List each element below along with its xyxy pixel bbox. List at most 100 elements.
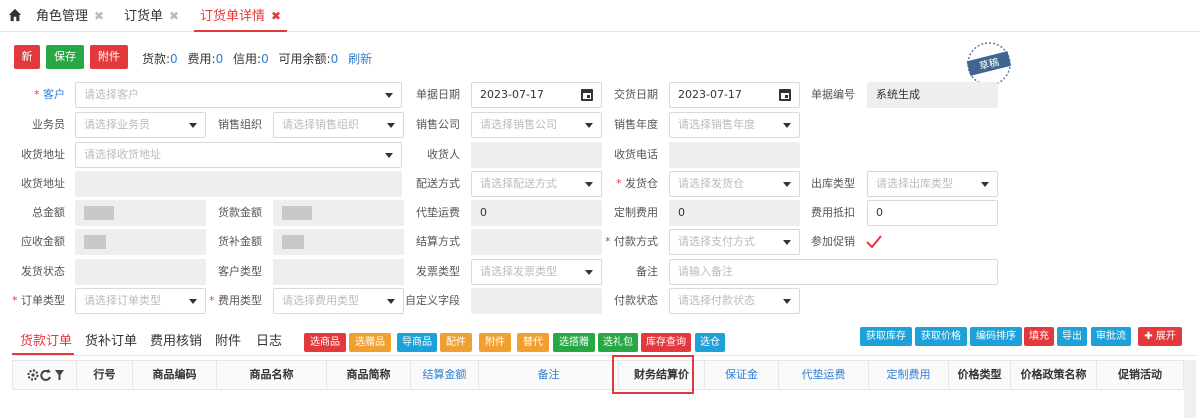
close-icon[interactable]: ✖ xyxy=(94,9,104,23)
sales-year-label: 销售年度 xyxy=(614,118,658,131)
ship-status-field xyxy=(75,259,206,285)
remark-input[interactable]: 请输入备注 xyxy=(669,259,998,285)
select-bundle-gift-button[interactable]: 选搭赠 xyxy=(553,333,595,352)
supplement-label: 货补金额 xyxy=(218,235,262,248)
tab-label: 角色管理 xyxy=(36,9,89,24)
accessory-button[interactable]: 配件 xyxy=(440,333,472,352)
close-icon[interactable]: ✖ xyxy=(271,9,281,23)
ship-status-label: 发货状态 xyxy=(21,265,65,278)
calendar-icon[interactable] xyxy=(779,89,791,101)
custom-field-label: 自定义字段 xyxy=(405,294,460,307)
ship-address-select[interactable]: 请选择收货地址 xyxy=(75,142,402,168)
salesman-select[interactable]: 请选择业务员 xyxy=(75,112,206,138)
attach-button[interactable]: 附件 xyxy=(90,45,128,69)
chevron-down-icon xyxy=(189,299,197,304)
stock-query-button[interactable]: 库存查询 xyxy=(641,333,691,352)
refresh-link[interactable]: 刷新 xyxy=(348,52,372,66)
select-warehouse-button[interactable]: 选仓 xyxy=(695,333,725,352)
pay-status-select[interactable]: 请选择付款状态 xyxy=(669,288,800,314)
detail-tab-fee-writeoff[interactable]: 费用核销 xyxy=(150,328,202,356)
table-tools xyxy=(13,361,77,389)
order-type-select[interactable]: 请选择订单类型 xyxy=(75,288,206,314)
approval-flow-button[interactable]: 审批流 xyxy=(1091,327,1131,346)
get-stock-button[interactable]: 获取库存 xyxy=(860,327,912,346)
attachment-button[interactable]: 附件 xyxy=(479,333,511,352)
order-no-field: 系统生成 xyxy=(867,82,998,108)
chevron-down-icon xyxy=(585,182,593,187)
table-settings-icons[interactable] xyxy=(27,369,65,381)
warehouse-select[interactable]: 请选择发货仓 xyxy=(669,171,800,197)
tab-order-list[interactable]: 订货单 ✖ xyxy=(124,0,179,32)
select-product-button[interactable]: 选商品 xyxy=(304,333,346,352)
balance-value: 0 xyxy=(330,52,339,66)
receivable-field xyxy=(75,229,206,255)
code-sort-button[interactable]: 编码排序 xyxy=(970,327,1022,346)
outbound-type-select[interactable]: 请选择出库类型 xyxy=(867,171,998,197)
customer-select[interactable]: 请选择客户 xyxy=(75,82,402,108)
order-no-label: 单据编号 xyxy=(811,88,855,101)
column-header: 备注 xyxy=(479,361,619,389)
tab-order-detail[interactable]: 订货单详情 ✖ xyxy=(193,0,288,32)
column-header: 结算金额 xyxy=(411,361,479,389)
column-header: 代垫运费 xyxy=(779,361,869,389)
order-date-field[interactable]: 2023-07-17 xyxy=(471,82,602,108)
supplement-field xyxy=(273,229,404,255)
sales-year-select[interactable]: 请选择销售年度 xyxy=(669,112,800,138)
pay-method-label: 付款方式 xyxy=(603,229,658,255)
fee-type-select[interactable]: 请选择费用类型 xyxy=(273,288,404,314)
select-gift-button[interactable]: 选赠品 xyxy=(349,333,391,352)
sales-company-select[interactable]: 请选择销售公司 xyxy=(471,112,602,138)
import-product-button[interactable]: 导商品 xyxy=(397,333,437,352)
chevron-down-icon xyxy=(783,299,791,304)
total-amount-label: 总金额 xyxy=(32,206,65,219)
pay-method-select[interactable]: 请选择支付方式 xyxy=(669,229,800,255)
home-icon[interactable] xyxy=(8,8,22,22)
invoice-type-select[interactable]: 请选择发票类型 xyxy=(471,259,602,285)
new-button[interactable]: 新 xyxy=(14,45,40,69)
ship-address-detail-field xyxy=(75,171,402,197)
chevron-down-icon xyxy=(585,123,593,128)
receivable-label: 应收金额 xyxy=(21,235,65,248)
export-button[interactable]: 导出 xyxy=(1057,327,1087,346)
receiver-field xyxy=(471,142,602,168)
warehouse-label: 发货仓 xyxy=(603,171,658,197)
blurred-value xyxy=(282,235,304,249)
detail-tab-goods-order[interactable]: 货款订单 xyxy=(20,328,72,356)
close-icon[interactable]: ✖ xyxy=(169,9,179,23)
custom-fee-label: 定制费用 xyxy=(614,206,658,219)
delivery-date-field[interactable]: 2023-07-17 xyxy=(669,82,800,108)
save-button[interactable]: 保存 xyxy=(46,45,84,69)
fee-offset-label: 费用抵扣 xyxy=(811,206,855,219)
custom-field xyxy=(471,288,602,314)
expand-button[interactable]: ✚ 展开 xyxy=(1138,327,1182,346)
sales-org-select[interactable]: 请选择销售组织 xyxy=(273,112,404,138)
blurred-value xyxy=(84,235,106,249)
column-header: 商品编码 xyxy=(133,361,217,389)
detail-tab-log[interactable]: 日志 xyxy=(256,328,282,356)
remark-label: 备注 xyxy=(636,265,658,278)
customer-type-label: 客户类型 xyxy=(218,265,262,278)
vertical-scrollbar[interactable] xyxy=(1184,360,1196,418)
goods-amount-field xyxy=(273,200,404,226)
detail-tab-supplement-order[interactable]: 货补订单 xyxy=(85,328,137,356)
fill-button[interactable]: 填充 xyxy=(1024,327,1054,346)
select-gift-pack-button[interactable]: 选礼包 xyxy=(598,333,638,352)
delivery-date-label: 交货日期 xyxy=(614,88,658,101)
delivery-method-select[interactable]: 请选择配送方式 xyxy=(471,171,602,197)
blurred-value xyxy=(282,206,312,220)
column-header: 价格政策名称 xyxy=(1011,361,1097,389)
detail-tab-attachments[interactable]: 附件 xyxy=(215,328,241,356)
customer-label: 客户 xyxy=(10,82,65,108)
chevron-down-icon xyxy=(783,240,791,245)
calendar-icon[interactable] xyxy=(581,89,593,101)
tab-role-management[interactable]: 角色管理 ✖ xyxy=(36,0,104,32)
plus-icon: ✚ xyxy=(1144,331,1156,342)
customer-type-field xyxy=(273,259,404,285)
checkmark-icon[interactable] xyxy=(866,235,882,249)
fee-offset-input[interactable]: 0 xyxy=(867,200,998,226)
custom-fee-field: 0 xyxy=(669,200,800,226)
substitute-button[interactable]: 替代 xyxy=(517,333,549,352)
sales-org-label: 销售组织 xyxy=(218,118,262,131)
draft-stamp: 草稿 xyxy=(966,42,1012,86)
get-price-button[interactable]: 获取价格 xyxy=(915,327,967,346)
